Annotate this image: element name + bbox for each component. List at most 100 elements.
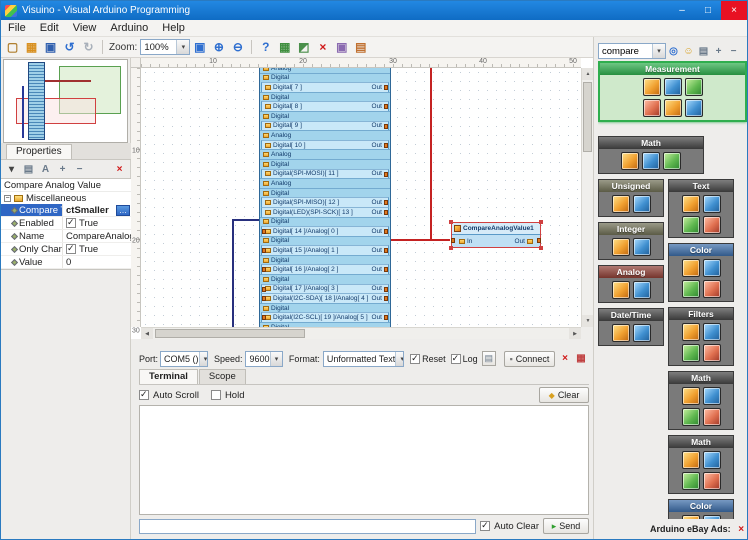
component-icon[interactable] <box>703 515 721 519</box>
zoom-fit-button[interactable]: ▣ <box>191 39 208 56</box>
component-icon[interactable] <box>682 472 700 490</box>
selection-handle[interactable] <box>449 220 453 224</box>
compare-out-pin[interactable] <box>537 238 541 243</box>
screenshot-button[interactable]: ▣ <box>333 39 350 56</box>
component-icon[interactable] <box>682 259 700 277</box>
zoom-in-button[interactable]: ⊕ <box>210 39 227 56</box>
out-pin[interactable] <box>384 248 388 253</box>
vertical-scroll-thumb[interactable] <box>583 82 592 152</box>
board-row[interactable]: Digital(I2C-SCL)[ 19 ]/Analog[ 5 ]Out <box>261 312 389 322</box>
component-icon[interactable] <box>682 344 700 362</box>
out-pin[interactable] <box>384 85 388 90</box>
categorized-button[interactable]: ▤ <box>21 162 36 177</box>
chevron-down-icon[interactable] <box>652 44 665 58</box>
component-icon[interactable] <box>682 323 700 341</box>
stop-button[interactable]: × <box>314 39 331 56</box>
selection-handle[interactable] <box>539 220 543 224</box>
category-header[interactable]: Math <box>669 372 733 384</box>
category-header[interactable]: Text <box>669 180 733 192</box>
property-value[interactable]: True <box>63 217 131 229</box>
horizontal-scrollbar[interactable] <box>141 327 581 339</box>
board-row[interactable]: Digital(I2C-SDA)[ 18 ]/Analog[ 4 ]Out <box>261 293 389 303</box>
board-row[interactable]: Digital(LED)(SPI-SCK)[ 13 ]Out <box>261 207 389 217</box>
design-canvas[interactable]: AnalogDigitalDigital[ 7 ]OutDigitalDigit… <box>141 68 581 327</box>
property-row[interactable]: Value0 <box>1 256 131 269</box>
clear-button[interactable]: Clear <box>539 387 589 403</box>
board-row[interactable]: Digital <box>260 255 390 265</box>
collapse-all-button[interactable]: − <box>726 44 741 59</box>
chevron-down-icon[interactable] <box>199 352 208 366</box>
new-project-button[interactable]: ▢ <box>4 39 21 56</box>
component-icon[interactable] <box>682 195 700 213</box>
out-pin[interactable] <box>384 287 388 292</box>
redo-button[interactable]: ↻ <box>80 39 97 56</box>
board-row[interactable]: Digital[ 7 ]Out <box>261 82 389 92</box>
component-icon[interactable] <box>633 281 651 299</box>
component-icon[interactable] <box>682 408 700 426</box>
property-row[interactable]: Only ChangedTrue <box>1 243 131 256</box>
maximize-button[interactable]: □ <box>695 1 721 20</box>
category-header[interactable]: Date/Time <box>599 309 663 321</box>
chevron-down-icon[interactable] <box>176 40 189 54</box>
property-row[interactable]: EnabledTrue <box>1 217 131 230</box>
user-component-button[interactable]: ☺ <box>681 44 696 59</box>
disconnect-button[interactable]: × <box>558 352 572 366</box>
board-row[interactable]: Digital[ 15 ]/Analog[ 1 ]Out <box>261 245 389 255</box>
component-icon[interactable] <box>633 324 651 342</box>
component-icon[interactable] <box>703 472 721 490</box>
board-row[interactable]: Digital(SPI-MISO)[ 12 ]Out <box>261 197 389 207</box>
open-project-button[interactable]: ▦ <box>23 39 40 56</box>
log-checkbox[interactable] <box>451 354 461 364</box>
vertical-scrollbar[interactable] <box>581 68 593 327</box>
property-editor-button[interactable]: … <box>116 205 130 216</box>
component-icon[interactable] <box>633 238 651 256</box>
in-pin[interactable] <box>262 248 266 253</box>
component-search-box[interactable] <box>598 43 666 59</box>
component-icon[interactable] <box>703 387 721 405</box>
board-row[interactable]: Digital <box>260 159 390 169</box>
tab-scope[interactable]: Scope <box>199 369 246 384</box>
component-icon[interactable] <box>703 216 721 234</box>
send-button[interactable]: Send <box>543 518 589 534</box>
board-row[interactable]: Digital[ 9 ]Out <box>261 121 389 131</box>
compare-analog-value-component[interactable]: CompareAnalogValue1 In Out <box>451 222 541 248</box>
new-window-button[interactable]: ▤ <box>696 44 711 59</box>
component-palette[interactable]: Measurement Math UnsignedIntegerAnalogDa… <box>598 61 747 519</box>
component-icon[interactable] <box>642 152 660 170</box>
tree-collapse-icon[interactable] <box>4 195 11 202</box>
connect-button[interactable]: Connect <box>504 351 555 367</box>
component-icon[interactable] <box>682 515 700 519</box>
component-icon[interactable] <box>703 451 721 469</box>
checkbox-icon[interactable] <box>66 244 76 254</box>
component-icon[interactable] <box>703 259 721 277</box>
property-value[interactable]: 0 <box>63 256 131 268</box>
board-row[interactable]: Digital[ 16 ]/Analog[ 2 ]Out <box>261 264 389 274</box>
board-row[interactable]: Digital <box>260 217 390 227</box>
component-icon[interactable] <box>682 451 700 469</box>
undo-button[interactable]: ↺ <box>61 39 78 56</box>
zoom-out-button[interactable]: ⊖ <box>229 39 246 56</box>
component-icon[interactable] <box>682 216 700 234</box>
expand-all-button[interactable]: + <box>711 44 726 59</box>
category-6-text[interactable]: Text <box>668 179 734 238</box>
board-row[interactable]: Digital <box>260 303 390 313</box>
checkbox-icon[interactable] <box>66 218 76 228</box>
in-pin[interactable] <box>262 229 266 234</box>
category-4-analog[interactable]: Analog <box>598 265 664 303</box>
component-icon[interactable] <box>682 280 700 298</box>
menu-view[interactable]: View <box>66 20 104 37</box>
horizontal-scroll-thumb[interactable] <box>155 329 305 338</box>
board-row[interactable]: Digital <box>260 188 390 198</box>
in-pin[interactable] <box>262 315 266 320</box>
category-header[interactable]: Math <box>669 436 733 448</box>
help-button[interactable]: ? <box>257 39 274 56</box>
tab-terminal[interactable]: Terminal <box>139 369 198 384</box>
component-icon[interactable] <box>703 195 721 213</box>
log-file-button[interactable] <box>482 351 496 366</box>
category-2-unsigned[interactable]: Unsigned <box>598 179 664 217</box>
component-icon[interactable] <box>685 99 703 117</box>
board-row[interactable]: Analog <box>260 149 390 159</box>
project-overview[interactable] <box>3 59 128 143</box>
property-category-row[interactable]: Miscellaneous <box>1 192 131 204</box>
board-row[interactable]: Digital[ 17 ]/Analog[ 3 ]Out <box>261 284 389 294</box>
